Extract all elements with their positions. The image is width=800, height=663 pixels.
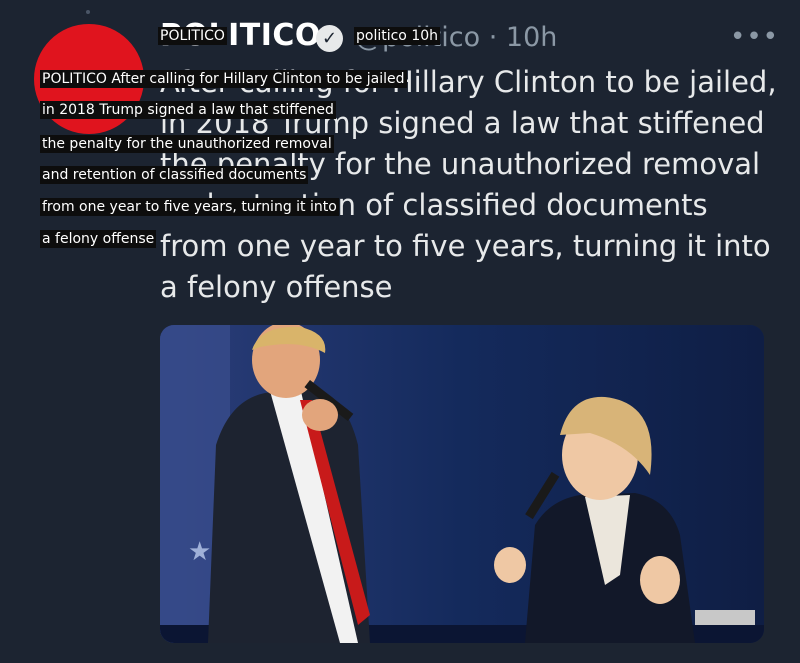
bottom-edge: [0, 643, 800, 663]
verified-badge-icon: ✓: [316, 25, 343, 52]
overlay-meta-label: politico 10h: [354, 27, 441, 45]
overlay-line: from one year to five years, turning it …: [40, 198, 339, 216]
overlay-line: a felony offense: [40, 230, 157, 248]
overlay-line: the penalty for the unauthorized removal: [40, 135, 334, 153]
more-horizontal-icon[interactable]: •••: [730, 22, 779, 52]
timestamp[interactable]: 10h: [506, 22, 557, 53]
overlay-line: POLITICO After calling for Hillary Clint…: [40, 70, 407, 88]
tweet-text: After calling for Hillary Clinton to be …: [160, 62, 780, 308]
overlay-line: and retention of classified documents: [40, 166, 309, 184]
separator: ·: [488, 22, 498, 53]
tweet-line: a felony offense: [160, 270, 393, 304]
svg-text:★: ★: [188, 537, 211, 567]
tweet-line: from one year to five years, turning it …: [160, 229, 771, 263]
debate-photo-image: ★: [160, 325, 764, 643]
overlay-line: in 2018 Trump signed a law that stiffene…: [40, 101, 336, 119]
tweet-photo[interactable]: ★: [160, 325, 764, 643]
overlay-author-label: POLITICO: [158, 27, 227, 45]
status-dot: [86, 10, 90, 14]
